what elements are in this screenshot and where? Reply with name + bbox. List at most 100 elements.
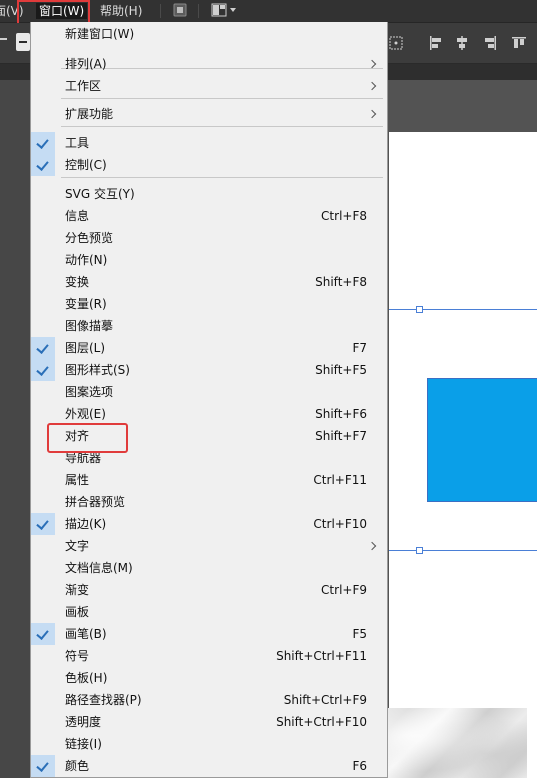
menu-item[interactable]: 新建窗口(W) xyxy=(31,23,387,45)
menu-item-label: 路径查找器(P) xyxy=(65,693,142,707)
checkmark-icon xyxy=(31,359,55,381)
menu-item[interactable]: 图像描摹 xyxy=(31,315,387,337)
stroke-swatch-icon[interactable] xyxy=(16,33,30,51)
menu-item-shortcut: Shift+F5 xyxy=(315,363,367,377)
menu-item[interactable]: 图层(L) F7 xyxy=(31,337,387,359)
menu-item-label: 图层(L) xyxy=(65,341,106,355)
menu-item[interactable]: 图案选项 xyxy=(31,381,387,403)
submenu-arrow-icon xyxy=(367,541,377,551)
menu-item[interactable]: 画板 xyxy=(31,601,387,623)
menu-item-label: 链接(I) xyxy=(65,737,102,751)
menu-item-shortcut: Shift+F8 xyxy=(315,275,367,289)
menubar-separator xyxy=(198,4,199,18)
menu-item[interactable]: 色板(H) xyxy=(31,667,387,689)
menu-item-label: 外观(E) xyxy=(65,407,106,421)
menu-item-label: SVG 交互(Y) xyxy=(65,187,135,201)
menu-item-label: 控制(C) xyxy=(65,158,107,172)
menu-item[interactable]: 符号 Shift+Ctrl+F11 xyxy=(31,645,387,667)
menu-item[interactable]: 描边(K) Ctrl+F10 xyxy=(31,513,387,535)
menu-item-shortcut: F6 xyxy=(352,759,367,773)
menu-divider xyxy=(61,177,383,178)
menu-item-shortcut: Ctrl+F10 xyxy=(313,517,367,531)
checkmark-icon xyxy=(31,154,55,176)
menu-item-shortcut: Shift+F7 xyxy=(315,429,367,443)
menu-item-shortcut: Shift+Ctrl+F11 xyxy=(276,649,367,663)
checkmark-icon xyxy=(31,513,55,535)
menu-item[interactable]: 路径查找器(P) Shift+Ctrl+F9 xyxy=(31,689,387,711)
menu-item-label: 新建窗口(W) xyxy=(65,27,135,41)
menu-item[interactable]: 变换 Shift+F8 xyxy=(31,271,387,293)
arrange-documents-icon[interactable] xyxy=(211,3,237,19)
anchor-point[interactable] xyxy=(416,547,423,554)
tools-panel-strip xyxy=(0,80,30,778)
align-center-icon[interactable] xyxy=(455,36,469,50)
menu-item[interactable]: 信息 Ctrl+F8 xyxy=(31,205,387,227)
menu-item-label: 图案选项 xyxy=(65,385,114,399)
menu-item[interactable]: 拼合器预览 xyxy=(31,491,387,513)
menu-item-label: 分色预览 xyxy=(65,231,114,245)
menu-item-label: 颜色 xyxy=(65,759,90,773)
menu-item-label: 导航器 xyxy=(65,451,102,465)
menu-item[interactable]: 动作(N) xyxy=(31,249,387,271)
menu-item[interactable]: 文字 xyxy=(31,535,387,557)
control-dash-icon xyxy=(0,38,7,40)
menu-item-label: 动作(N) xyxy=(65,253,108,267)
menu-item[interactable]: 对齐 Shift+F7 xyxy=(31,425,387,447)
transform-grid-icon[interactable] xyxy=(389,36,403,50)
menu-item-shortcut: Shift+Ctrl+F10 xyxy=(276,715,367,729)
menu-item[interactable]: 渐变 Ctrl+F9 xyxy=(31,579,387,601)
checkmark-icon xyxy=(31,755,55,777)
menu-item[interactable]: 颜色 F6 xyxy=(31,755,387,777)
align-left-icon[interactable] xyxy=(429,36,443,50)
menu-window[interactable]: 窗口(W) xyxy=(36,3,88,19)
menu-divider xyxy=(61,98,383,99)
menu-item-label: 信息 xyxy=(65,209,90,223)
menu-item-shortcut: F7 xyxy=(352,341,367,355)
menu-item-label: 拼合器预览 xyxy=(65,495,126,509)
submenu-arrow-icon xyxy=(367,109,377,119)
menu-item[interactable]: 链接(I) xyxy=(31,733,387,755)
menu-item-label: 变量(R) xyxy=(65,297,107,311)
menubar-separator xyxy=(160,4,161,18)
menu-view[interactable]: 面(V) xyxy=(0,3,24,19)
menu-item[interactable]: 分色预览 xyxy=(31,227,387,249)
menu-item[interactable]: 导航器 xyxy=(31,447,387,469)
menu-item[interactable]: 属性 Ctrl+F11 xyxy=(31,469,387,491)
align-top-icon[interactable] xyxy=(512,36,526,50)
menu-item-label: 画板 xyxy=(65,605,90,619)
menu-item-label: 透明度 xyxy=(65,715,102,729)
menu-item-label: 符号 xyxy=(65,649,90,663)
bounding-guide-bottom xyxy=(389,550,537,551)
menu-item[interactable]: 文档信息(M) xyxy=(31,557,387,579)
menu-item[interactable]: SVG 交互(Y) xyxy=(31,183,387,205)
bounding-guide-top xyxy=(389,309,537,310)
menu-item[interactable]: 外观(E) Shift+F6 xyxy=(31,403,387,425)
menu-item[interactable]: 变量(R) xyxy=(31,293,387,315)
menu-item[interactable]: 透明度 Shift+Ctrl+F10 xyxy=(31,711,387,733)
menu-item[interactable]: 工具 xyxy=(31,132,387,154)
bridge-icon[interactable] xyxy=(173,3,187,19)
menu-item[interactable]: 控制(C) xyxy=(31,154,387,176)
menu-item[interactable]: 排列(A) xyxy=(31,53,387,75)
menu-item-label: 属性 xyxy=(65,473,90,487)
menu-item-label: 变换 xyxy=(65,275,90,289)
menu-item[interactable]: 图形样式(S) Shift+F5 xyxy=(31,359,387,381)
menu-item[interactable]: 工作区 xyxy=(31,75,387,97)
menu-item-label: 图形样式(S) xyxy=(65,363,130,377)
menu-help[interactable]: 帮助(H) xyxy=(100,3,142,19)
blue-rectangle-object[interactable] xyxy=(427,378,537,502)
align-right-icon[interactable] xyxy=(483,36,497,50)
submenu-arrow-icon xyxy=(367,59,377,69)
menu-item-label: 渐变 xyxy=(65,583,90,597)
menu-item-label: 文字 xyxy=(65,539,90,553)
anchor-point[interactable] xyxy=(416,306,423,313)
menu-item-shortcut: Ctrl+F9 xyxy=(321,583,367,597)
menu-item-label: 图像描摹 xyxy=(65,319,114,333)
checkmark-icon xyxy=(31,132,55,154)
menu-item-label: 对齐 xyxy=(65,429,90,443)
menu-item-label: 工作区 xyxy=(65,79,102,93)
menu-item[interactable]: 扩展功能 xyxy=(31,103,387,125)
menu-item[interactable]: 画笔(B) F5 xyxy=(31,623,387,645)
menu-item-label: 扩展功能 xyxy=(65,107,114,121)
menu-item-shortcut: Ctrl+F11 xyxy=(313,473,367,487)
